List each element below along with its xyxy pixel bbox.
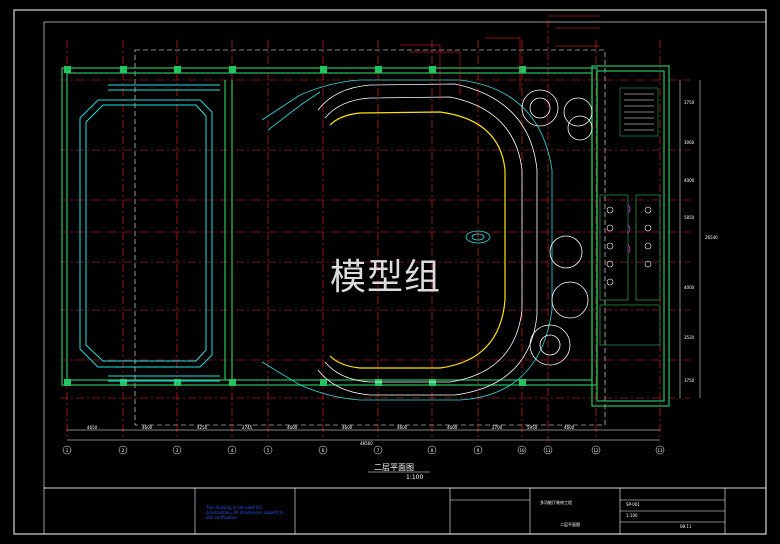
bottom-dimension: 4600: [142, 425, 153, 430]
watermark: 模型组: [330, 257, 442, 298]
bottom-dimension: 2745: [242, 425, 253, 430]
grid-lines: [60, 20, 690, 440]
title-block-note: This drawing is not valid for constructi…: [206, 505, 284, 520]
bottom-dimension: 4650: [87, 425, 98, 430]
axis-label: 10: [519, 448, 525, 453]
right-dimension: 3060: [684, 140, 695, 145]
columns: [64, 66, 526, 386]
toilets: [599, 194, 661, 346]
axis-label: 5: [267, 448, 270, 453]
bottom-dimension: 4600: [564, 425, 575, 430]
axis-label: 11: [545, 448, 551, 453]
axis-label: 7: [377, 448, 380, 453]
exterior-walls: [61, 65, 670, 407]
seating-rings: [317, 83, 538, 396]
axis-label: 8: [431, 448, 434, 453]
title-block: [43, 487, 767, 535]
axis-label: 4: [231, 448, 234, 453]
axis-label: 2: [122, 448, 125, 453]
axis-bubbles: 1 2 3 4 5 6 7 8 9 10 11 12 13: [62, 445, 665, 455]
bottom-dimension: 5950: [527, 425, 538, 430]
booths: [521, 89, 593, 366]
bottom-dimension: 4600: [342, 425, 353, 430]
leader-lines: [400, 15, 600, 100]
title-block-project: 多功能厅装修工程: [540, 500, 572, 505]
right-dimension: 4000: [684, 178, 695, 183]
right-dimension: 3520: [684, 335, 695, 340]
title-block-scale: 1:100: [626, 513, 638, 518]
right-dimension: 3750: [684, 100, 695, 105]
right-overall-dimension: 26540: [705, 235, 718, 240]
right-dimension: 4000: [684, 285, 695, 290]
axis-label: 13: [657, 448, 663, 453]
bottom-dimension: 4600: [397, 425, 408, 430]
title-block-drawing-name: 二层平面图: [560, 522, 580, 527]
bottom-dimension: 4600: [287, 425, 298, 430]
left-stage: [79, 84, 220, 382]
axis-label: 12: [593, 448, 599, 453]
right-dimension: 5850: [684, 215, 695, 220]
outer-cyan-band: [261, 79, 553, 401]
axis-label: 6: [322, 448, 325, 453]
axis-label: 9: [477, 448, 480, 453]
axis-label: 1: [66, 448, 69, 453]
axis-label: 3: [176, 448, 179, 453]
drawing-title: 二层平面图: [374, 463, 414, 472]
bottom-dimension: 4600: [447, 425, 458, 430]
right-dimension: 3750: [684, 378, 695, 383]
drawing-scale: 1:100: [406, 474, 424, 481]
title-block-drawing-no: SP-001: [626, 502, 640, 507]
bottom-dimension: 4250: [197, 425, 208, 430]
title-block-date: 08.11: [680, 524, 692, 529]
stair: [619, 87, 659, 137]
bottom-dimension: 2700: [492, 425, 503, 430]
overall-dimension: 48560: [360, 441, 373, 446]
